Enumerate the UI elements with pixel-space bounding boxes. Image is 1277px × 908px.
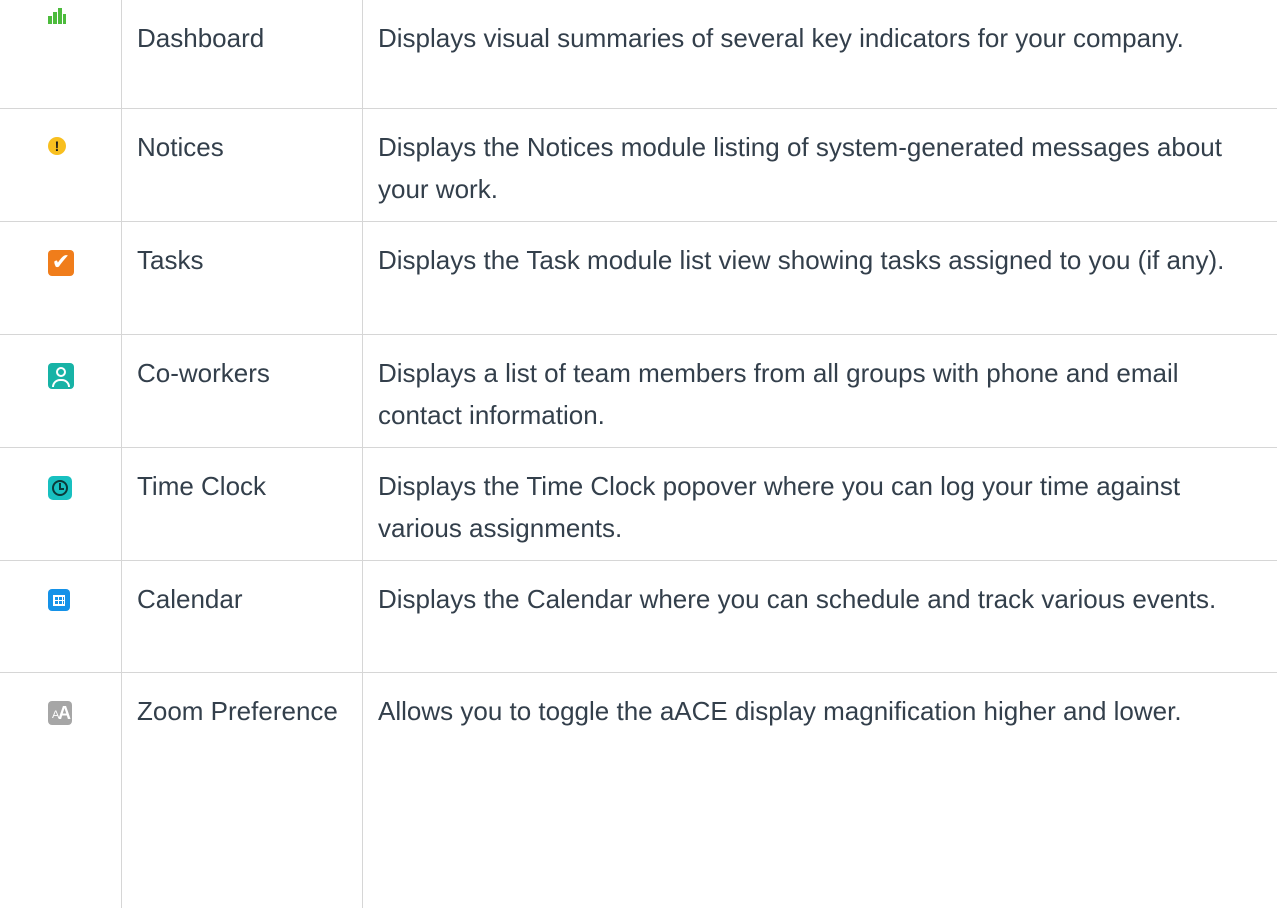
table-row: Dashboard Displays visual summaries of s… (0, 0, 1277, 109)
item-name: Calendar (137, 583, 243, 614)
exclamation-circle-icon[interactable]: ! (48, 136, 66, 155)
item-description: Displays the Notices module listing of s… (378, 131, 1222, 204)
table-row: Time Clock Displays the Time Clock popov… (0, 446, 1277, 561)
item-name: Dashboard (137, 23, 265, 53)
clock-icon[interactable] (48, 475, 72, 500)
table-row: Calendar Displays the Calendar where you… (0, 559, 1277, 673)
item-description: Displays the Calendar where you can sche… (378, 583, 1217, 614)
item-name: Notices (137, 131, 224, 162)
item-description: Allows you to toggle the aACE display ma… (378, 695, 1182, 726)
table-row: ! Notices Displays the Notices module li… (0, 107, 1277, 222)
toolbar-reference-table: Dashboard Displays visual summaries of s… (0, 0, 1277, 908)
person-icon[interactable] (48, 362, 74, 389)
calendar-icon[interactable] (48, 588, 70, 611)
table-row: Co-workers Displays a list of team membe… (0, 333, 1277, 448)
item-description: Displays visual summaries of several key… (378, 23, 1184, 53)
table-row: ✔ Tasks Displays the Task module list vi… (0, 220, 1277, 335)
item-description: Displays the Time Clock popover where yo… (378, 470, 1181, 543)
table-row: A A Zoom Preference Allows you to toggle… (0, 671, 1277, 908)
item-name: Tasks (137, 244, 204, 275)
checkmark-square-icon[interactable]: ✔ (48, 249, 74, 276)
item-name: Co-workers (137, 357, 270, 388)
item-name: Zoom Preference (137, 695, 338, 726)
bar-chart-icon[interactable] (48, 4, 68, 24)
item-name: Time Clock (137, 470, 267, 501)
item-description: Displays the Task module list view showi… (378, 244, 1225, 275)
text-size-icon[interactable]: A A (48, 700, 72, 725)
item-description: Displays a list of team members from all… (378, 357, 1179, 430)
